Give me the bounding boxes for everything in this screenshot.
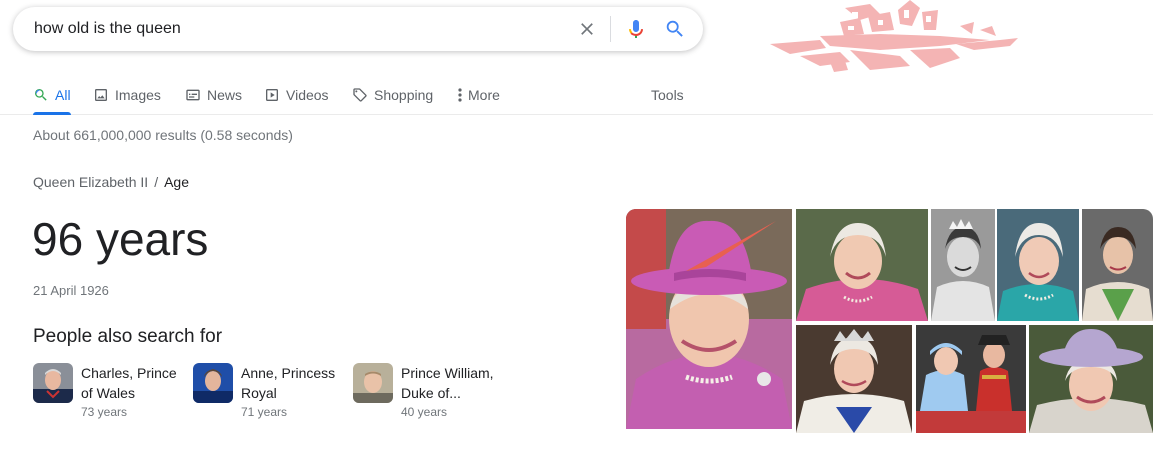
image-icon [93, 87, 109, 103]
tag-icon [352, 87, 368, 103]
person-name: Anne, Princess Royal [241, 365, 336, 401]
tab-label: More [468, 87, 500, 103]
doodle-logo[interactable] [760, 0, 1025, 78]
tab-label: All [55, 87, 71, 103]
image-thumbnail[interactable] [796, 209, 928, 321]
search-input[interactable] [34, 19, 554, 39]
image-thumbnail[interactable] [931, 209, 995, 321]
person-age: 40 years [401, 405, 448, 419]
search-divider [610, 16, 611, 42]
tab-shopping[interactable]: Shopping [352, 82, 433, 108]
tools-button[interactable]: Tools [651, 82, 684, 108]
people-also-search-item[interactable]: Anne, Princess Royal 71 years [193, 363, 351, 423]
tools-label: Tools [651, 87, 684, 103]
search-icon [33, 87, 49, 103]
tab-news[interactable]: News [185, 82, 242, 108]
image-thumbnail[interactable] [1029, 325, 1153, 433]
close-icon[interactable] [575, 17, 599, 41]
tab-all[interactable]: All [33, 82, 71, 115]
avatar [193, 363, 233, 403]
people-also-search-title: People also search for [33, 326, 223, 347]
image-thumbnail[interactable] [1082, 209, 1153, 321]
breadcrumb-separator: / [154, 174, 159, 190]
tab-label: Images [115, 87, 161, 103]
avatar [353, 363, 393, 403]
person-age: 73 years [81, 405, 128, 419]
image-thumbnail[interactable] [796, 325, 912, 433]
play-icon [264, 87, 280, 103]
tab-label: News [207, 87, 243, 103]
image-thumbnail[interactable] [916, 325, 1026, 433]
result-stats: About 661,000,000 results (0.58 seconds) [33, 127, 293, 143]
tab-label: Shopping [374, 87, 434, 103]
breadcrumb-attribute: Age [164, 174, 189, 190]
tab-videos[interactable]: Videos [264, 82, 329, 108]
breadcrumb-entity[interactable]: Queen Elizabeth II [33, 174, 148, 190]
tab-images[interactable]: Images [93, 82, 161, 108]
news-icon [185, 87, 201, 103]
person-age: 71 years [241, 405, 288, 419]
birth-date: 21 April 1926 [33, 283, 109, 298]
microphone-icon[interactable] [624, 17, 648, 41]
more-vert-icon [456, 87, 464, 103]
search-icon[interactable] [663, 17, 687, 41]
image-grid [626, 209, 1153, 433]
search-tabs: All Images News Videos Shopping More Too… [0, 76, 1153, 115]
people-also-search-item[interactable]: Charles, Prince of Wales 73 years [33, 363, 191, 423]
breadcrumb: Queen Elizabeth II / Age [33, 174, 189, 190]
tab-more[interactable]: More [456, 82, 500, 108]
image-thumbnail[interactable] [626, 209, 792, 429]
person-name: Charles, Prince of Wales [81, 365, 177, 401]
image-thumbnail[interactable] [997, 209, 1079, 321]
tab-label: Videos [286, 87, 329, 103]
avatar [33, 363, 73, 403]
people-also-search-item[interactable]: Prince William, Duke of... 40 years [353, 363, 511, 423]
search-box[interactable] [13, 7, 703, 51]
person-name: Prince William, Duke of... [401, 365, 494, 401]
answer-value: 96 years [32, 213, 209, 265]
